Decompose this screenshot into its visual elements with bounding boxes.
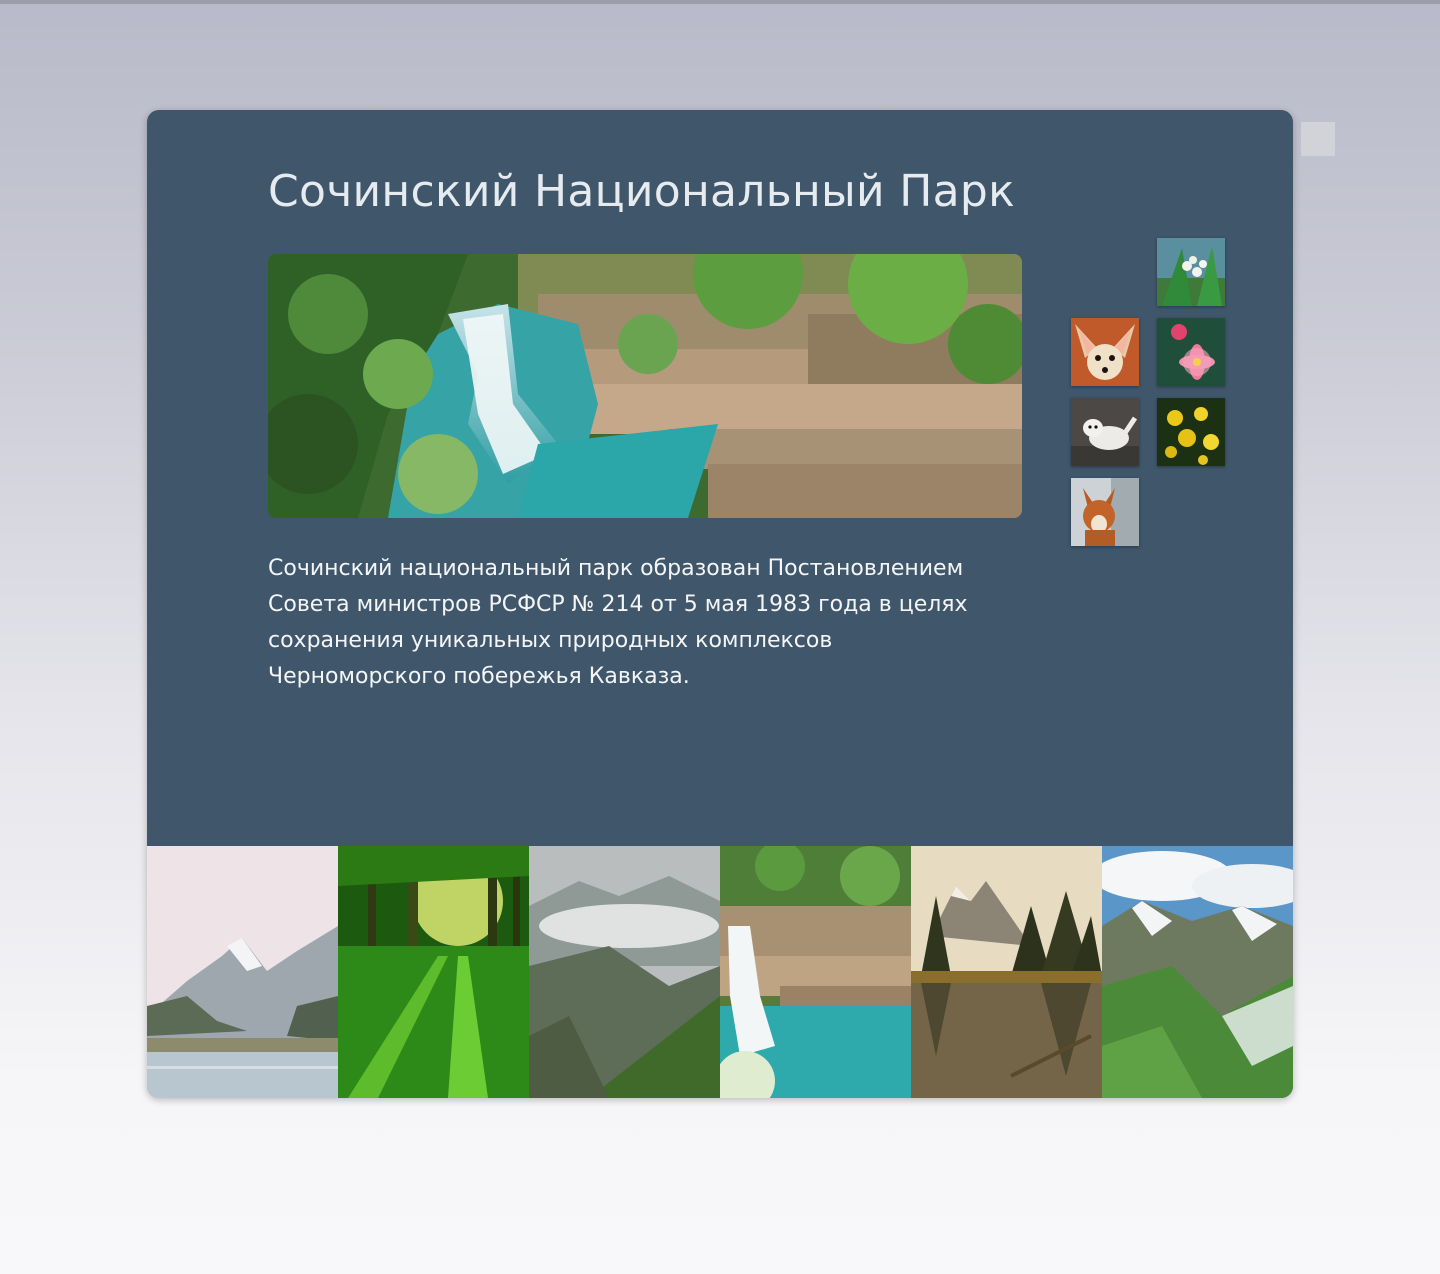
gallery-item-misty-mountains[interactable]: [529, 846, 720, 1098]
alpine-valley-picture: [1102, 846, 1293, 1098]
gallery-item-sunlit-forest[interactable]: [338, 846, 529, 1098]
thumbnail-pink-lily[interactable]: [1157, 318, 1225, 386]
gallery-item-alpine-valley[interactable]: [1102, 846, 1293, 1098]
forest-lake-picture: [911, 846, 1102, 1098]
red-wolf-picture: [1071, 478, 1139, 546]
hero-image[interactable]: [268, 254, 1022, 518]
yellow-buttercups-picture: [1157, 398, 1225, 466]
white-ermine-picture: [1071, 398, 1139, 466]
thumbnail-white-ermine[interactable]: [1071, 398, 1139, 466]
thumbnail-red-wolf[interactable]: [1071, 478, 1139, 546]
top-border: [0, 0, 1440, 4]
gallery-item-mountain-lake[interactable]: [147, 846, 338, 1098]
gallery-item-forest-lake[interactable]: [911, 846, 1102, 1098]
fennec-fox-picture: [1071, 318, 1139, 386]
mountain-lake-picture: [147, 846, 338, 1098]
side-square: [1301, 122, 1335, 156]
misty-mountains-picture: [529, 846, 720, 1098]
thumbnail-fennec-fox[interactable]: [1071, 318, 1139, 386]
gallery-item-waterfall[interactable]: [720, 846, 911, 1098]
waterfall-picture: [720, 846, 911, 1098]
page-title: Сочинский Национальный Парк: [268, 166, 1015, 217]
thumbnail-lily-of-the-valley[interactable]: [1157, 238, 1225, 306]
park-card: Сочинский Национальный Парк Сочинский на…: [147, 110, 1293, 1098]
gallery-strip: [147, 846, 1293, 1098]
thumbnail-yellow-buttercups[interactable]: [1157, 398, 1225, 466]
lily-of-the-valley-picture: [1157, 238, 1225, 306]
park-description: Сочинский национальный парк образован По…: [268, 556, 968, 689]
sunlit-forest-picture: [338, 846, 529, 1098]
waterfall-canyon-picture: [268, 254, 1022, 518]
pink-lily-picture: [1157, 318, 1225, 386]
